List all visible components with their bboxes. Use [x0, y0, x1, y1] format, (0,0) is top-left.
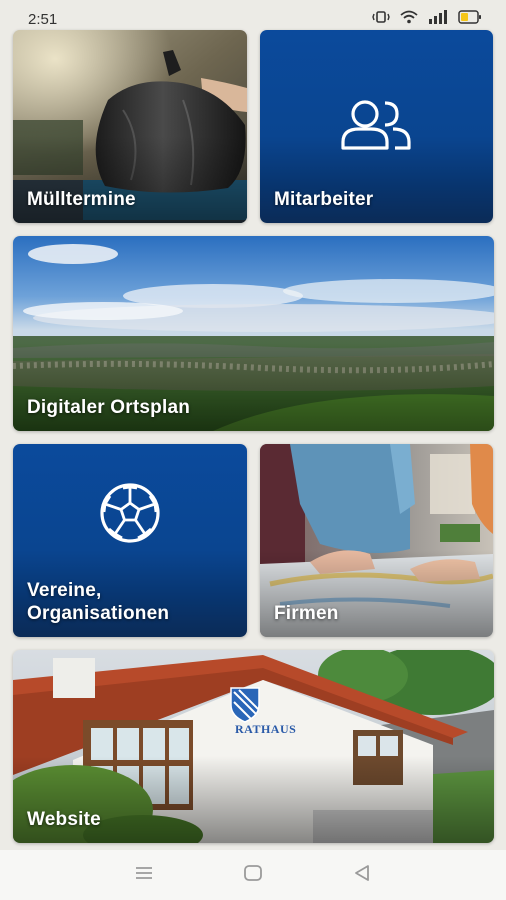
home-icon[interactable]	[243, 864, 263, 887]
tile-label: Website	[27, 809, 101, 830]
tile-label: Vereine, Organisationen	[27, 579, 169, 625]
rathaus-sign: RATHAUS	[235, 722, 297, 736]
tile-label: Firmen	[274, 603, 339, 624]
tile-label: Mülltermine	[27, 189, 136, 210]
back-icon[interactable]	[352, 864, 372, 887]
vibrate-icon	[372, 10, 390, 28]
navigation-bar	[0, 850, 506, 900]
battery-icon	[458, 10, 482, 28]
tile-ortsplan[interactable]: Digitaler Ortsplan	[13, 236, 494, 431]
tile-vereine[interactable]: Vereine, Organisationen	[13, 444, 247, 637]
soccer-ball-icon	[100, 483, 160, 543]
status-icons	[372, 10, 482, 28]
signal-icon	[428, 10, 448, 28]
tile-label: Mitarbeiter	[274, 189, 374, 210]
tile-website[interactable]: RATHAUS Website	[13, 650, 494, 843]
status-time: 2:51	[28, 10, 58, 28]
tile-firmen[interactable]: Firmen	[260, 444, 493, 637]
tile-mitarbeiter[interactable]: Mitarbeiter	[260, 30, 493, 223]
users-icon	[340, 100, 411, 150]
tile-muelltermine[interactable]: Mülltermine	[13, 30, 247, 223]
tile-label-line2: Organisationen	[27, 603, 170, 624]
menu-icon[interactable]	[134, 865, 154, 886]
tile-label-line1: Vereine,	[27, 580, 102, 601]
wifi-icon	[400, 10, 418, 28]
tile-label: Digitaler Ortsplan	[27, 397, 191, 418]
